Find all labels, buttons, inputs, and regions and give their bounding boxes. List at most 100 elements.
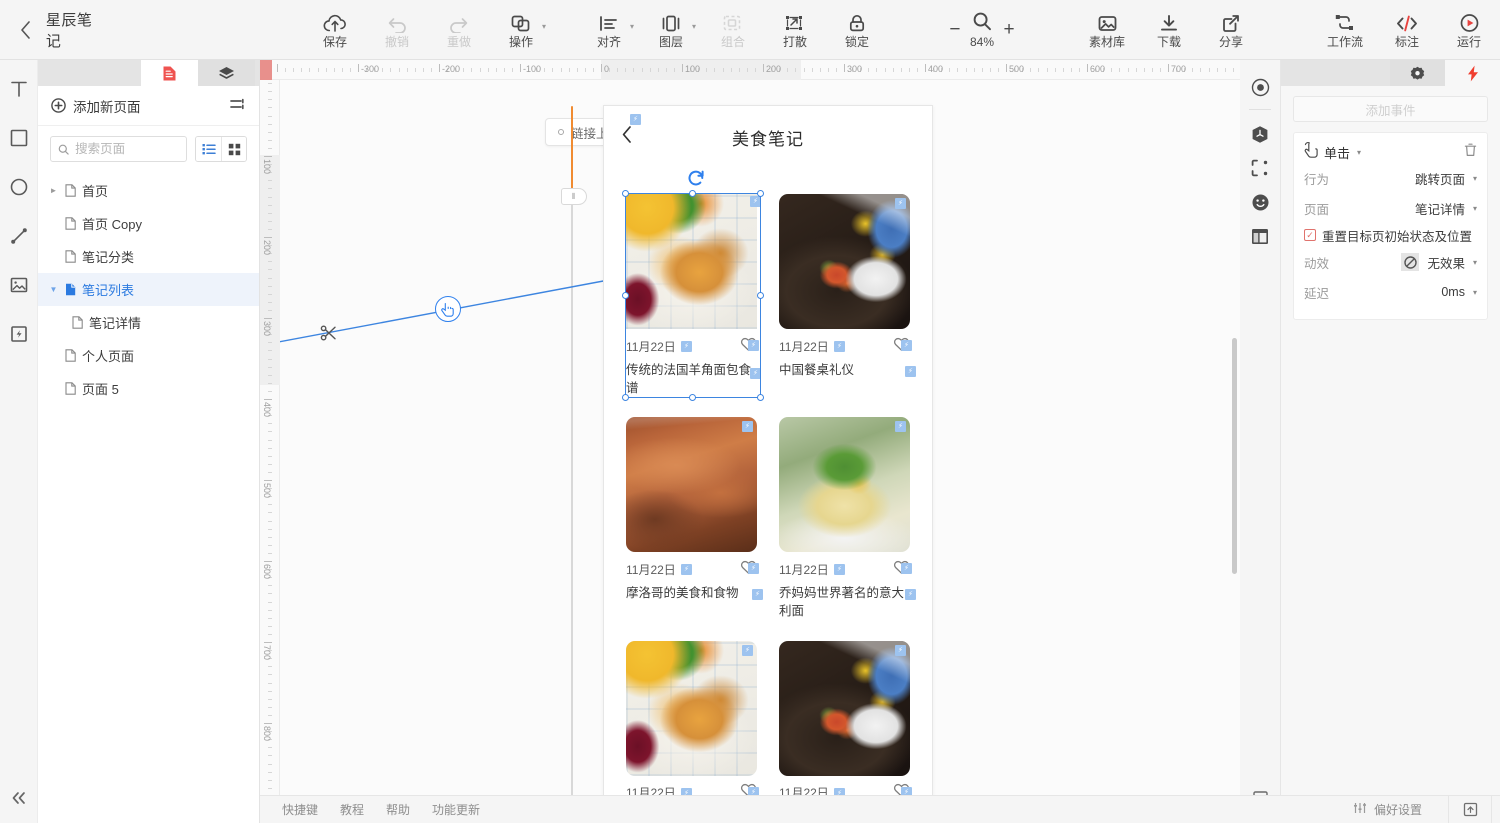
back-button[interactable] — [10, 0, 42, 60]
delete-event-button[interactable] — [1464, 143, 1477, 162]
chevron-down-icon[interactable]: ▾ — [1473, 288, 1477, 297]
page-item-note-list[interactable]: ▼ 笔记列表 — [38, 273, 259, 306]
toolbar-workflow[interactable]: 工作流 — [1314, 0, 1376, 60]
add-event-button[interactable]: 添加事件 — [1293, 96, 1488, 122]
toolbar-save[interactable]: 保存 — [304, 0, 366, 60]
toolbar-lock[interactable]: 锁定 — [826, 0, 888, 60]
status-link-help[interactable]: 帮助 — [386, 801, 410, 818]
toolbar-actions[interactable]: 操作 ▾ — [490, 0, 552, 60]
ellipse-tool-icon[interactable] — [6, 174, 32, 200]
status-link-shortcuts[interactable]: 快捷键 — [282, 801, 318, 818]
page-item-home[interactable]: ► 首页 — [38, 174, 259, 207]
list-view-button[interactable] — [196, 137, 221, 161]
note-thumbnail[interactable] — [779, 641, 910, 776]
status-link-updates[interactable]: 功能更新 — [432, 801, 480, 818]
note-thumbnail[interactable] — [626, 194, 757, 329]
vertical-ruler[interactable]: 100200300400500600700800 — [260, 80, 280, 823]
canvas-board[interactable]: 链接上一页 ⦀ — [280, 80, 1240, 823]
crop-icon[interactable] — [1245, 151, 1275, 185]
toolbar-group[interactable]: 组合 — [702, 0, 764, 60]
tab-settings[interactable] — [1390, 60, 1445, 86]
reset-target-page-row[interactable]: ✓ 重置目标页初始状态及位置 — [1304, 223, 1477, 247]
toolbar-ungroup[interactable]: 打散 — [764, 0, 826, 60]
sort-icon[interactable] — [230, 97, 246, 115]
resize-handle-se[interactable] — [757, 394, 764, 401]
trash-box-icon[interactable] — [1448, 796, 1492, 823]
horizontal-ruler[interactable]: -300-200-1000100200300400500600700 — [260, 60, 1240, 80]
event-row-value[interactable]: 无效果 ▾ — [1401, 253, 1477, 272]
resize-handle-nw[interactable] — [622, 190, 629, 197]
note-card[interactable]: ⚡ 11月22日 ⚡ ⚡ 乔妈妈世界著名的意大利面 ⚡ — [779, 417, 910, 620]
grid-view-button[interactable] — [221, 137, 246, 161]
chevron-down-icon[interactable]: ▾ — [630, 22, 634, 31]
event-row-value[interactable]: 笔记详情 ▾ — [1415, 199, 1477, 218]
phone-preview[interactable]: ⚡ 美食笔记 ⚡ — [603, 105, 933, 823]
toolbar-redo[interactable]: 重做 — [428, 0, 490, 60]
toolbar-download[interactable]: 下载 — [1138, 0, 1200, 60]
canvas-vertical-scrollbar[interactable] — [1232, 338, 1237, 574]
component-box-icon[interactable] — [1245, 117, 1275, 151]
note-thumbnail[interactable] — [779, 194, 910, 329]
resize-handle-w[interactable] — [622, 292, 629, 299]
search-input-wrapper[interactable] — [50, 136, 187, 162]
toolbar-annotate[interactable]: 标注 — [1376, 0, 1438, 60]
toolbar-undo[interactable]: 撤销 — [366, 0, 428, 60]
toolbar-align[interactable]: 对齐 ▾ — [578, 0, 640, 60]
twisty-icon[interactable]: ▼ — [48, 285, 59, 294]
chevron-down-icon[interactable]: ▾ — [1357, 148, 1361, 157]
toolbar-layer[interactable]: 图层 ▾ — [640, 0, 702, 60]
toolbar-share[interactable]: 分享 — [1200, 0, 1262, 60]
chevron-down-icon[interactable]: ▾ — [542, 22, 546, 31]
resize-handle-n[interactable] — [689, 190, 696, 197]
component-tool-icon[interactable] — [6, 321, 32, 347]
image-tool-icon[interactable] — [6, 272, 32, 298]
emoji-icon[interactable] — [1245, 185, 1275, 219]
resize-handle-s[interactable] — [689, 394, 696, 401]
rectangle-tool-icon[interactable] — [6, 125, 32, 151]
toolbar-asset-library[interactable]: 素材库 — [1076, 0, 1138, 60]
page-item-page5[interactable]: 页面 5 — [38, 372, 259, 405]
click-target-icon[interactable] — [435, 296, 461, 322]
note-thumbnail[interactable] — [779, 417, 910, 552]
toolbar-run[interactable]: 运行 — [1438, 0, 1500, 60]
page-item-profile[interactable]: 个人页面 — [38, 339, 259, 372]
zoom-level[interactable]: 84% — [970, 0, 994, 60]
twisty-icon[interactable]: ► — [48, 186, 59, 195]
chevron-down-icon[interactable]: ▾ — [1473, 204, 1477, 213]
note-card[interactable]: ⚡ 11月22日 ⚡ ⚡ 中国餐桌礼仪 ⚡ — [779, 194, 910, 397]
template-icon[interactable] — [1245, 219, 1275, 253]
note-card[interactable]: ⚡ 11月22日 ⚡ ⚡ 摩洛哥的美食和食物 ⚡ — [626, 417, 757, 620]
status-link-tutorial[interactable]: 教程 — [340, 801, 364, 818]
preview-back-button[interactable] — [622, 126, 632, 148]
note-thumbnail[interactable] — [626, 417, 757, 552]
page-item-note-category[interactable]: 笔记分类 — [38, 240, 259, 273]
tab-pages[interactable] — [141, 60, 198, 86]
canvas-area[interactable]: -300-200-1000100200300400500600700 10020… — [260, 60, 1240, 823]
chevron-down-icon[interactable]: ▾ — [692, 22, 696, 31]
chevron-down-icon[interactable]: ▾ — [1473, 174, 1477, 183]
event-row-value[interactable]: 跳转页面 ▾ — [1415, 169, 1477, 188]
scissors-icon[interactable] — [320, 324, 338, 347]
chevron-down-icon[interactable]: ▾ — [1473, 258, 1477, 267]
add-page-button[interactable]: 添加新页面 — [51, 96, 141, 116]
event-row-value[interactable]: 0ms ▾ — [1441, 285, 1477, 299]
resize-handle-ne[interactable] — [757, 190, 764, 197]
preferences-button[interactable]: 偏好设置 — [1353, 801, 1422, 818]
target-icon[interactable] — [1245, 70, 1275, 104]
page-item-note-detail[interactable]: 笔记详情 — [38, 306, 259, 339]
note-thumbnail[interactable] — [626, 641, 757, 776]
text-tool-icon[interactable] — [6, 76, 32, 102]
search-input[interactable] — [75, 142, 179, 156]
tab-layers[interactable] — [198, 60, 255, 86]
resize-handle-e[interactable] — [757, 292, 764, 299]
rotate-icon[interactable] — [686, 168, 706, 193]
reset-checkbox[interactable]: ✓ — [1304, 229, 1316, 241]
zoom-in-button[interactable]: + — [994, 0, 1024, 60]
note-card[interactable]: ⚡ 11月22日 ⚡ ⚡ 传统的法国羊角面包食谱 ⚡ — [626, 194, 757, 397]
tab-events[interactable] — [1445, 60, 1500, 86]
zoom-out-button[interactable]: − — [940, 0, 970, 60]
page-item-home-copy[interactable]: 首页 Copy — [38, 207, 259, 240]
resize-handle-sw[interactable] — [622, 394, 629, 401]
collapse-panel-button[interactable] — [0, 773, 38, 823]
guide-handle[interactable]: ⦀ — [561, 188, 587, 205]
